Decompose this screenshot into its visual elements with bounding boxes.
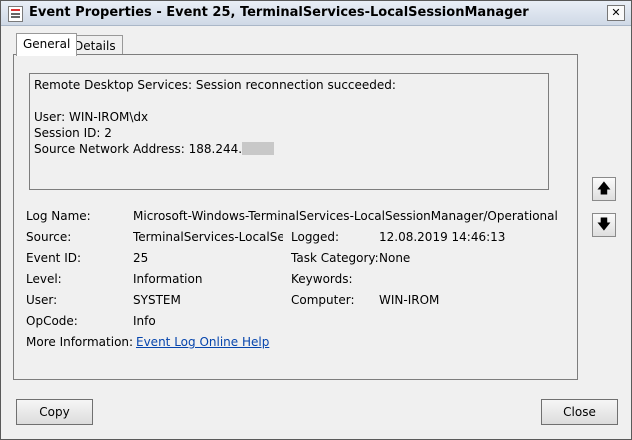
description-user: User: WIN-IROM\dx xyxy=(34,110,149,124)
tab-general[interactable]: General xyxy=(16,33,78,56)
logged-value: 12.08.2019 14:46:13 xyxy=(379,230,506,244)
redacted-block xyxy=(242,142,275,155)
close-icon[interactable]: ✕ xyxy=(607,5,625,21)
description-line: Remote Desktop Services: Session reconne… xyxy=(34,78,396,92)
event-id-label: Event ID: xyxy=(26,251,82,265)
event-viewer-icon xyxy=(8,6,23,22)
keywords-label: Keywords: xyxy=(291,272,353,286)
description-session: Session ID: 2 xyxy=(34,126,112,140)
next-event-button[interactable]: 🡇 xyxy=(592,213,616,237)
level-value: Information xyxy=(133,272,203,286)
task-category-label: Task Category: xyxy=(291,251,379,265)
opcode-value: Info xyxy=(133,314,156,328)
event-properties-window: Event Properties - Event 25, TerminalSer… xyxy=(0,0,632,440)
event-id-value: 25 xyxy=(133,251,149,265)
close-button[interactable]: Close xyxy=(541,399,618,425)
window-title: Event Properties - Event 25, TerminalSer… xyxy=(29,5,529,20)
task-category-value: None xyxy=(379,251,411,265)
user-value: SYSTEM xyxy=(133,293,181,307)
log-name-label: Log Name: xyxy=(26,209,91,223)
log-name-value: Microsoft-Windows-TerminalServices-Local… xyxy=(133,209,558,223)
source-address-text: Source Network Address: 188.244. xyxy=(34,142,243,156)
copy-button[interactable]: Copy xyxy=(16,399,93,425)
computer-value: WIN-IROM xyxy=(379,293,440,307)
computer-label: Computer: xyxy=(291,293,355,307)
source-value: TerminalServices-LocalSessi xyxy=(133,230,283,244)
level-label: Level: xyxy=(26,272,62,286)
event-description[interactable]: Remote Desktop Services: Session reconne… xyxy=(29,73,549,190)
more-info-label: More Information: xyxy=(26,335,134,349)
source-label: Source: xyxy=(26,230,72,244)
up-arrow-icon: 🡅 xyxy=(596,181,612,197)
logged-label: Logged: xyxy=(291,230,340,244)
event-log-online-help-link[interactable]: Event Log Online Help xyxy=(136,334,269,350)
previous-event-button[interactable]: 🡅 xyxy=(592,177,616,201)
description-source-address: Source Network Address: 188.244. xyxy=(34,141,544,157)
opcode-label: OpCode: xyxy=(26,314,78,328)
user-label: User: xyxy=(26,293,58,307)
general-panel: Remote Desktop Services: Session reconne… xyxy=(13,54,578,380)
title-bar: Event Properties - Event 25, TerminalSer… xyxy=(1,1,631,26)
down-arrow-icon: 🡇 xyxy=(596,217,612,233)
